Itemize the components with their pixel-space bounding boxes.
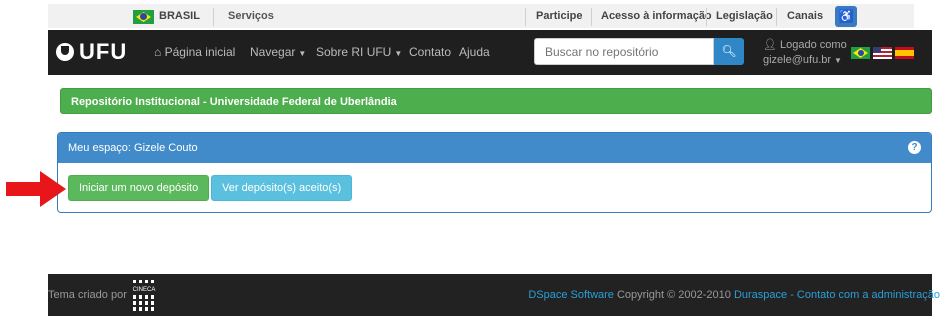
ufu-logo[interactable]: UFU	[56, 39, 127, 65]
gov-participe-link[interactable]: Participe	[536, 10, 582, 22]
nav-about-label: Sobre RI UFU	[316, 45, 392, 59]
breadcrumb-title[interactable]: Repositório Institucional - Universidade…	[71, 96, 397, 108]
spanish-flag-icon[interactable]	[895, 47, 914, 59]
gov-top-bar: BRASIL Serviços Participe Acesso à infor…	[0, 0, 947, 30]
divider	[706, 8, 707, 26]
gov-access-info-link[interactable]: Acesso à informação	[601, 10, 712, 22]
logo-text: UFU	[79, 39, 128, 64]
nav-browse-label: Navegar	[250, 45, 296, 59]
footer-separator: -	[787, 289, 797, 301]
language-selector	[851, 47, 914, 59]
theme-credit: Tema criado por	[48, 289, 127, 301]
english-flag-icon[interactable]	[873, 47, 892, 59]
divider	[776, 8, 777, 26]
gov-bar-inner: BRASIL Serviços Participe Acesso à infor…	[48, 4, 914, 28]
nav-home[interactable]: ⌂ Página inicial	[154, 45, 235, 59]
portuguese-flag-icon[interactable]	[851, 47, 870, 59]
brazil-flag-icon[interactable]	[133, 10, 154, 24]
panel-heading: Meu espaço: Gizele Couto ?	[58, 133, 931, 163]
copyright-text: Copyright © 2002-2010	[613, 289, 734, 301]
caret-down-icon: ▼	[394, 49, 403, 58]
user-icon: 👤︎	[763, 39, 777, 51]
caret-down-icon: ▼	[834, 56, 842, 65]
logged-as-label: Logado como	[780, 39, 847, 51]
caret-down-icon: ▼	[298, 49, 307, 58]
nav-contact[interactable]: Contato	[409, 45, 451, 59]
nav-home-label: Página inicial	[164, 45, 236, 59]
main-navbar: UFU ⌂ Página inicial Navegar ▼ Sobre RI U…	[48, 30, 932, 75]
home-icon: ⌂	[154, 45, 162, 59]
dspace-link[interactable]: DSpace Software	[528, 289, 614, 301]
search-icon: 🔍︎	[721, 44, 737, 58]
new-deposit-button[interactable]: Iniciar um novo depósito	[68, 175, 210, 201]
divider	[591, 8, 592, 26]
footer-copyright: DSpace Software Copyright © 2002-2010 Du…	[528, 289, 940, 301]
cineca-logo[interactable]: CINECA	[130, 276, 160, 314]
duraspace-link[interactable]: Duraspace	[734, 289, 787, 301]
accessibility-icon[interactable]: ♿	[835, 6, 857, 27]
user-email: gizele@ufu.br	[763, 54, 832, 66]
nav-browse[interactable]: Navegar ▼	[250, 45, 306, 59]
help-icon[interactable]: ?	[908, 141, 921, 154]
gov-legislation-link[interactable]: Legislação	[716, 10, 773, 22]
gov-brasil-link[interactable]: BRASIL	[159, 10, 200, 22]
cineca-logo-text: CINECA	[133, 287, 156, 293]
breadcrumb[interactable]: Repositório Institucional - Universidade…	[60, 88, 932, 114]
search-input[interactable]	[534, 38, 714, 65]
accepted-deposits-button[interactable]: Ver depósito(s) aceito(s)	[211, 175, 353, 201]
nav-about[interactable]: Sobre RI UFU ▼	[316, 45, 402, 59]
divider	[525, 8, 526, 26]
gov-services-link[interactable]: Serviços	[228, 10, 274, 22]
panel-title: Meu espaço: Gizele Couto	[68, 142, 198, 154]
ufu-logo-icon	[56, 43, 74, 61]
search-button[interactable]: 🔍︎	[714, 38, 744, 65]
divider	[213, 8, 214, 26]
footer: Tema criado por CINECA DSpace Software C…	[48, 274, 940, 316]
user-menu[interactable]: 👤︎ Logado como gizele@ufu.br ▼	[763, 38, 847, 68]
red-arrow-annotation	[6, 171, 66, 207]
nav-help[interactable]: Ajuda	[459, 45, 490, 59]
gov-channels-link[interactable]: Canais	[787, 10, 823, 22]
contact-admin-link[interactable]: Contato com a administração	[797, 289, 940, 301]
